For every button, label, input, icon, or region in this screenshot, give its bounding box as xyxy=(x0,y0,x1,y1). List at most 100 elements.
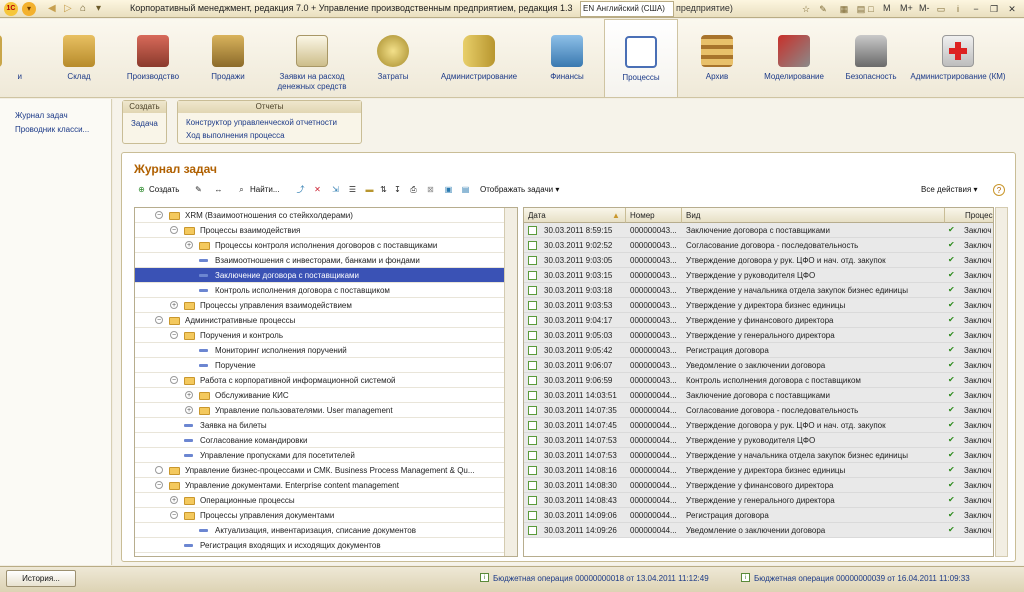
table-row[interactable]: ✔ 30.03.2011 9:03:15 000000043... Утвержден… xyxy=(524,268,993,283)
level-down-icon[interactable]: ⇲ xyxy=(330,184,341,195)
tree-row[interactable]: Контроль исполнения договора с поставщик… xyxy=(135,283,505,298)
star-icon[interactable]: ☆ xyxy=(800,3,812,15)
column-header-kind[interactable]: Вид xyxy=(682,208,945,223)
maximize-icon[interactable]: ❐ xyxy=(988,3,1000,15)
tree-row[interactable]: Заключение договора с поставщиками xyxy=(135,268,505,283)
collapse-icon[interactable]: − xyxy=(170,511,178,519)
app-logo-icon[interactable]: 1C xyxy=(4,2,18,16)
find-icon[interactable]: ⌕ xyxy=(236,184,247,195)
refresh-icon[interactable]: ↔ xyxy=(213,184,224,195)
tree-row[interactable]: − Управление документами. Enterprise cont… xyxy=(135,478,505,493)
all-actions-dropdown[interactable]: Все действия ▾ xyxy=(921,185,978,194)
collapse-icon[interactable]: − xyxy=(155,211,163,219)
details-icon[interactable]: ▤ xyxy=(460,184,471,195)
minimize-icon[interactable]: − xyxy=(970,3,982,15)
sort-icon[interactable]: ⇅ xyxy=(378,184,389,195)
collapse-icon[interactable]: − xyxy=(170,376,178,384)
language-indicator[interactable]: EN Английский (США) xyxy=(580,1,674,17)
help-icon[interactable]: ? xyxy=(993,184,1005,196)
tree-row[interactable]: − Административные процессы xyxy=(135,313,505,328)
table-row[interactable]: ✔ 30.03.2011 9:05:42 000000043... Регистрац… xyxy=(524,343,993,358)
section-administration[interactable]: Администрирование xyxy=(432,19,526,97)
section-costs[interactable]: Затраты xyxy=(364,19,422,97)
tree-row[interactable]: Управление бизнес-процессами и СМК. Busi… xyxy=(135,463,505,478)
table-row[interactable]: ✔ 30.03.2011 14:07:53 000000044... Утвержде… xyxy=(524,433,993,448)
memory-minus-button[interactable]: M- xyxy=(919,3,930,13)
collapse-icon[interactable] xyxy=(155,466,163,474)
section-warehouse[interactable]: Склад xyxy=(48,19,110,97)
search-history-icon[interactable]: ⤴ xyxy=(295,184,306,195)
tree-row[interactable]: Поручение xyxy=(135,358,505,373)
print-icon[interactable]: ⎙ xyxy=(408,184,419,195)
tree-row[interactable]: − Процессы взаимодействия xyxy=(135,223,505,238)
tree-row[interactable]: Согласование командировки xyxy=(135,433,505,448)
tree-row[interactable]: − Поручения и контроль xyxy=(135,328,505,343)
forward-arrow-icon[interactable]: ▷ xyxy=(64,3,72,14)
expand-icon[interactable]: + xyxy=(185,391,193,399)
close-icon[interactable]: ✕ xyxy=(1006,3,1018,15)
back-arrow-icon[interactable]: ◀ xyxy=(48,3,56,14)
section-partial[interactable]: и xyxy=(0,19,22,97)
structure-icon[interactable]: ▣ xyxy=(443,184,454,195)
tree-row[interactable]: + Управление пользователями. User managem… xyxy=(135,403,505,418)
column-header-process[interactable]: Процесс xyxy=(945,208,993,223)
section-expense-requests[interactable]: Заявки на расход денежных средств xyxy=(266,19,358,97)
status-message-2[interactable]: Бюджетная операция 00000000039 от 16.04.… xyxy=(754,574,970,583)
table-row[interactable]: ✔ 30.03.2011 14:07:45 000000044... Утвержде… xyxy=(524,418,993,433)
find-button[interactable]: Найти... xyxy=(250,185,280,194)
create-button[interactable]: Создать xyxy=(149,185,179,194)
table-row[interactable]: ✔ 30.03.2011 14:07:53 000000044... Утвержде… xyxy=(524,448,993,463)
status-message-1[interactable]: Бюджетная операция 00000000018 от 13.04.… xyxy=(493,574,709,583)
main-menu-icon[interactable]: ▾ xyxy=(22,2,36,16)
section-processes[interactable]: Процессы xyxy=(604,19,678,97)
memory-plus-button[interactable]: M+ xyxy=(900,3,913,13)
table-row[interactable]: ✔ 30.03.2011 14:08:16 000000044... Утвержде… xyxy=(524,463,993,478)
nav-item-classifier-explorer[interactable]: Проводник класси... xyxy=(15,125,89,134)
delete-icon[interactable]: ⊠ xyxy=(425,184,436,195)
calendar-icon[interactable]: ▦ xyxy=(838,3,850,15)
favorites-icon[interactable]: ✎ xyxy=(817,3,829,15)
table-row[interactable]: ✔ 30.03.2011 8:59:15 000000043... Заключени… xyxy=(524,223,993,238)
report-constructor-link[interactable]: Конструктор управленческой отчетности xyxy=(186,118,337,127)
section-production[interactable]: Производство xyxy=(120,19,186,97)
collapse-icon[interactable]: − xyxy=(155,481,163,489)
tree-row[interactable]: Регистрация входящих и исходящих докумен… xyxy=(135,538,505,553)
tree-row[interactable]: + Операционные процессы xyxy=(135,493,505,508)
hierarchy-icon[interactable]: ☰ xyxy=(347,184,358,195)
column-header-number[interactable]: Номер xyxy=(626,208,682,223)
create-task-link[interactable]: Задача xyxy=(131,119,158,128)
edit-icon[interactable]: ✎ xyxy=(193,184,204,195)
table-row[interactable]: ✔ 30.03.2011 9:02:52 000000043... Согласова… xyxy=(524,238,993,253)
collapse-icon[interactable]: − xyxy=(155,316,163,324)
section-administration-km[interactable]: Администрирование (КМ) xyxy=(910,19,1006,97)
table-row[interactable]: ✔ 30.03.2011 9:03:05 000000043... Утвержден… xyxy=(524,253,993,268)
table-row[interactable]: ✔ 30.03.2011 9:06:59 000000043... Контроль … xyxy=(524,373,993,388)
table-row[interactable]: ✔ 30.03.2011 9:03:18 000000043... Утвержден… xyxy=(524,283,993,298)
nav-item-task-journal[interactable]: Журнал задач xyxy=(15,111,68,120)
sort-desc-icon[interactable]: ↧ xyxy=(392,184,403,195)
table-row[interactable]: ✔ 30.03.2011 9:06:07 000000043... Уведомлен… xyxy=(524,358,993,373)
section-security[interactable]: Безопасность xyxy=(838,19,904,97)
tree-row[interactable]: + Процессы управления взаимодействием xyxy=(135,298,505,313)
zoom-icon[interactable]: ▭ xyxy=(935,3,947,15)
table-row[interactable]: ✔ 30.03.2011 14:03:51 000000044... Заключен… xyxy=(524,388,993,403)
table-row[interactable]: ✔ 30.03.2011 14:09:06 000000044... Регистра… xyxy=(524,508,993,523)
collapse-icon[interactable]: ▬ xyxy=(364,184,375,195)
table-row[interactable]: ✔ 30.03.2011 9:05:03 000000043... Утвержден… xyxy=(524,328,993,343)
tree-scrollbar[interactable] xyxy=(504,208,517,556)
table-row[interactable]: ✔ 30.03.2011 9:04:17 000000043... Утвержден… xyxy=(524,313,993,328)
show-tasks-dropdown[interactable]: Отображать задачи ▾ xyxy=(480,185,559,194)
table-row[interactable]: ✔ 30.03.2011 14:09:26 000000044... Уведомле… xyxy=(524,523,993,538)
tree-row[interactable]: Взаимоотношения с инвесторами, банками и… xyxy=(135,253,505,268)
tree-row[interactable]: − Процессы управления документами xyxy=(135,508,505,523)
create-plus-icon[interactable]: ⊕ xyxy=(136,184,147,195)
column-header-date[interactable]: Дата ▲ xyxy=(524,208,626,223)
history-dropdown-icon[interactable]: ▾ xyxy=(96,3,101,14)
section-archive[interactable]: Архив xyxy=(686,19,748,97)
home-icon[interactable]: ⌂ xyxy=(80,3,86,14)
table-row[interactable]: ✔ 30.03.2011 14:08:30 000000044... Утвержде… xyxy=(524,478,993,493)
expand-icon[interactable]: + xyxy=(185,406,193,414)
tree-row[interactable]: Мониторинг исполнения поручений xyxy=(135,343,505,358)
section-finance[interactable]: Финансы xyxy=(536,19,598,97)
tree-row[interactable]: Заявка на билеты xyxy=(135,418,505,433)
